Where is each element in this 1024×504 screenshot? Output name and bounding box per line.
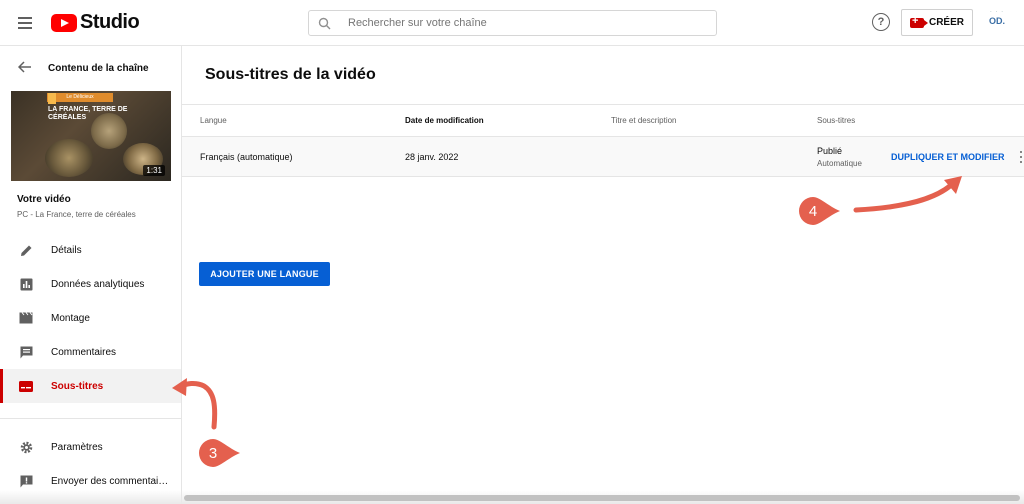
video-title: PC - La France, terre de céréales [17,210,136,219]
row-status-sub: Automatique [817,159,862,168]
feedback-icon [19,474,33,488]
avatar-decoration: · · · [989,9,1005,15]
sidebar-item-label: Sous-titres [51,380,104,392]
search-box[interactable] [308,10,717,36]
channel-content-title: Contenu de la chaîne [48,62,149,74]
sidebar-divider [0,418,181,419]
sidebar-item-label: Montage [51,312,90,324]
duplicate-and-edit-link[interactable]: DUPLIQUER ET MODIFIER [891,152,1005,162]
table-header: Langue Date de modification Titre et des… [182,104,1024,137]
back-arrow-icon[interactable] [17,60,32,77]
clapperboard-icon [19,311,33,325]
active-indicator [0,369,3,403]
page-title: Sous-titres de la vidéo [205,66,376,83]
video-thumbnail[interactable]: Le Délicieux LA FRANCE, TERRE DE CÉRÉALE… [11,91,171,181]
thumbnail-banner: Le Délicieux [47,93,113,102]
column-header-date[interactable]: Date de modification [405,116,484,125]
annotation-badge-shape [199,439,240,467]
thumbnail-tag [48,93,56,104]
sidebar-item-label: Commentaires [51,346,117,358]
pencil-icon [19,243,33,257]
column-header-language[interactable]: Langue [200,116,227,125]
thumbnail-bowl [45,139,93,177]
comment-icon [19,345,33,359]
subtitles-table: Langue Date de modification Titre et des… [182,104,1024,177]
annotation-step-3: 3 [198,438,240,468]
sidebar-item-comments[interactable]: Commentaires [0,335,181,369]
studio-logo[interactable]: Studio [51,11,140,34]
sidebar-item-label: Envoyer des commentai… [51,475,169,487]
main-content: Sous-titres de la vidéo Langue Date de m… [182,46,1024,504]
row-date: 28 janv. 2022 [405,152,459,162]
logo-text: Studio [80,11,140,33]
back-row[interactable]: Contenu de la chaîne [0,46,181,90]
annotation-step-4: 4 [798,196,840,226]
youtube-logo-icon [51,13,77,32]
sidebar: Contenu de la chaîne Le Délicieux LA FRA… [0,46,182,504]
thumbnail-title: LA FRANCE, TERRE DE CÉRÉALES [48,106,128,121]
create-button[interactable]: CRÉER [901,9,973,36]
sidebar-item-label: Détails [51,244,82,256]
sidebar-item-details[interactable]: Détails [0,233,181,267]
your-video-label: Votre vidéo [17,194,71,205]
create-label: CRÉER [928,17,964,28]
top-bar: Studio ? CRÉER · · · OD. [0,0,1024,46]
subtitles-icon [19,379,33,393]
add-language-button[interactable]: AJOUTER UNE LANGUE [199,262,330,286]
annotation-badge-shape [799,197,840,225]
video-duration: 1:31 [143,165,165,176]
search-input[interactable] [348,17,708,29]
sidebar-item-analytics[interactable]: Données analytiques [0,267,181,301]
sidebar-item-editor[interactable]: Montage [0,301,181,335]
help-icon[interactable]: ? [872,13,890,31]
horizontal-scrollbar[interactable] [184,495,1020,501]
annotation-step-number: 3 [208,444,218,462]
annotation-step-number: 4 [808,202,818,220]
column-header-subtitles[interactable]: Sous-titres [817,116,855,125]
avatar-initials: OD. [988,16,1005,26]
row-status: Publié [817,146,843,156]
avatar[interactable]: · · · OD. [984,9,1010,37]
menu-icon[interactable] [14,12,36,34]
more-options-icon[interactable] [1020,151,1024,163]
sidebar-item-label: Paramètres [51,441,103,453]
sidebar-item-label: Données analytiques [51,278,145,290]
search-icon [309,11,339,35]
create-video-icon [909,15,928,28]
sidebar-item-subtitles[interactable]: Sous-titres [0,369,181,403]
sidebar-item-settings[interactable]: Paramètres [0,430,181,464]
table-row[interactable]: Français (automatique) 28 janv. 2022 Pub… [182,137,1024,177]
column-header-title-description[interactable]: Titre et description [611,116,677,125]
gear-icon [19,440,33,454]
row-language: Français (automatique) [200,152,293,162]
analytics-icon [19,277,33,291]
